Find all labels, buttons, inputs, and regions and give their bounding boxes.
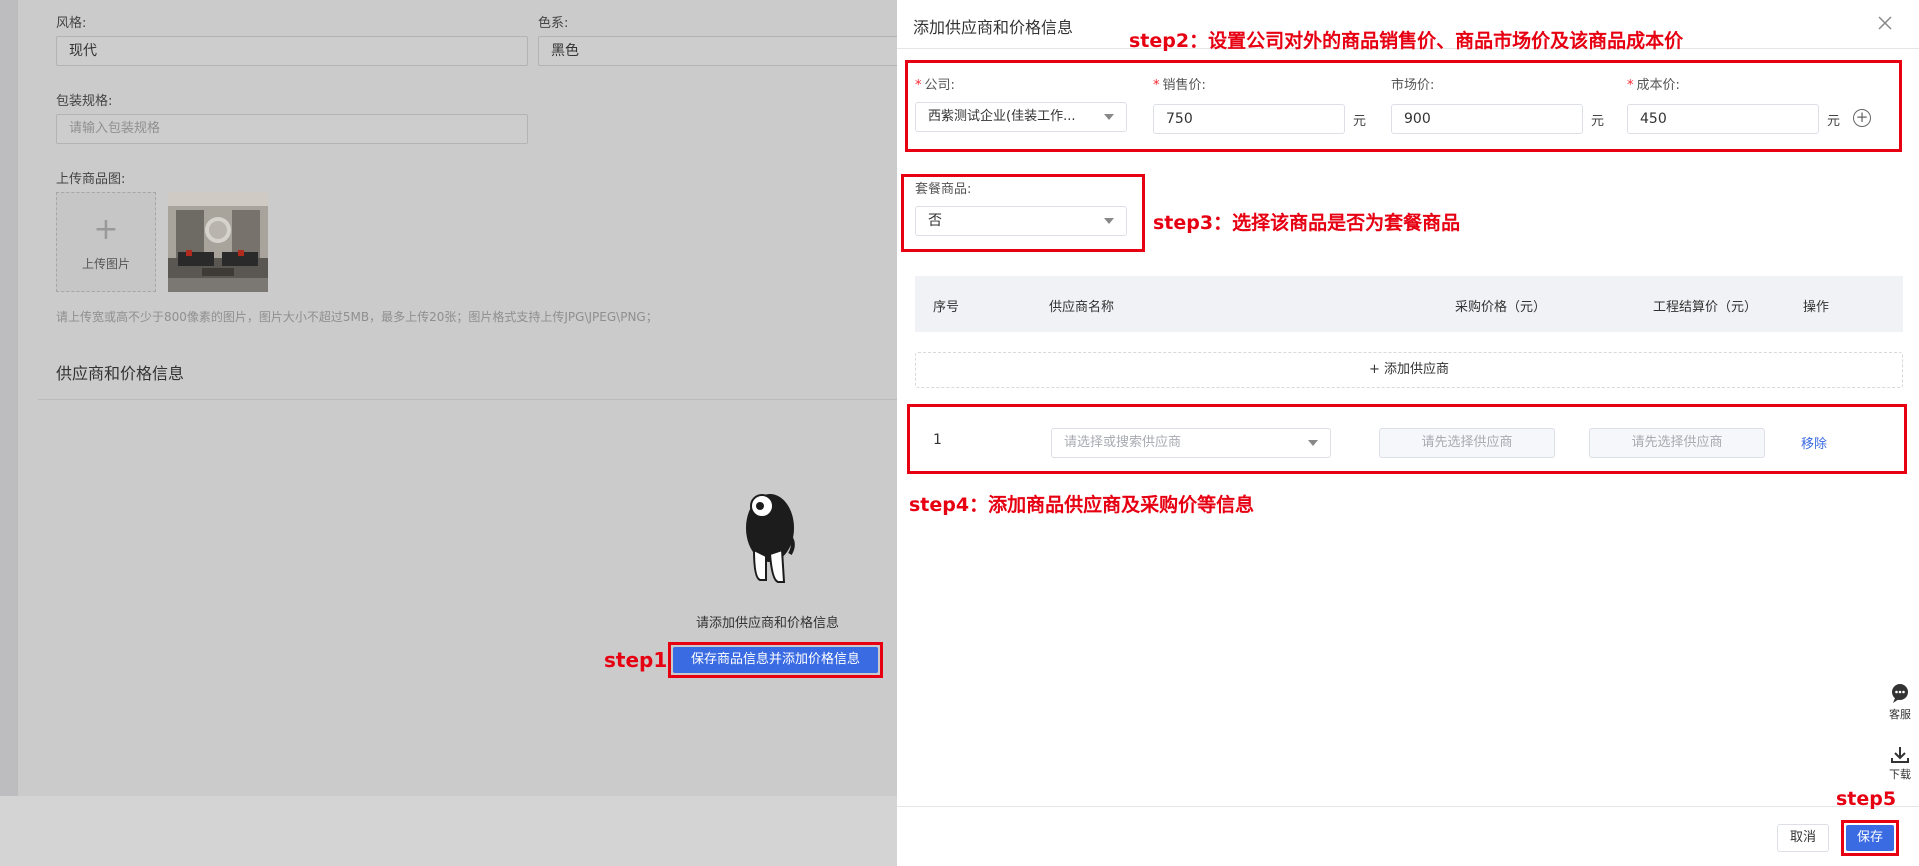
caret-down-icon bbox=[1104, 218, 1114, 224]
package-goods-label: 套餐商品: bbox=[915, 182, 972, 197]
settlement-price-input[interactable]: 请先选择供应商 bbox=[1589, 428, 1765, 458]
supplier-price-drawer: 添加供应商和价格信息 step2：设置公司对外的商品销售价、商品市场价及该商品成… bbox=[897, 0, 1919, 866]
package-label: 包装规格: bbox=[56, 94, 113, 109]
upload-image-button[interactable]: + 上传图片 bbox=[56, 192, 156, 292]
upload-button-label: 上传图片 bbox=[81, 257, 130, 271]
caret-down-icon bbox=[1104, 114, 1114, 120]
add-supplier-button[interactable]: + 添加供应商 bbox=[915, 352, 1903, 388]
required-star: * bbox=[1153, 78, 1160, 93]
company-select[interactable]: 西紫测试企业(佳装工作... bbox=[915, 102, 1127, 132]
customer-service-button[interactable]: 客服 bbox=[1881, 676, 1919, 732]
step3-label: step3：选择该商品是否为套餐商品 bbox=[1153, 212, 1461, 234]
caret-down-icon bbox=[1308, 440, 1318, 446]
download-button[interactable]: 下载 bbox=[1881, 740, 1919, 784]
remove-link[interactable]: 移除 bbox=[1801, 433, 1827, 452]
col-purchase-price: 采购价格（元） bbox=[1455, 300, 1547, 315]
market-price-unit: 元 bbox=[1591, 114, 1605, 129]
save-and-add-price-button[interactable]: 保存商品信息并添加价格信息 bbox=[673, 647, 878, 673]
cost-price-unit: 元 bbox=[1827, 114, 1841, 129]
supplier-table-header: 序号 供应商名称 采购价格（元） 工程结算价（元） 操作 bbox=[915, 276, 1903, 332]
section-divider bbox=[38, 399, 900, 400]
step1-label: step1 bbox=[604, 648, 668, 672]
plus-icon: + bbox=[93, 212, 119, 247]
sale-price-unit: 元 bbox=[1353, 114, 1367, 129]
company-label-text: 公司: bbox=[924, 78, 955, 93]
empty-state-text: 请添加供应商和价格信息 bbox=[696, 616, 840, 631]
purchase-price-input[interactable]: 请先选择供应商 bbox=[1379, 428, 1555, 458]
cancel-button[interactable]: 取消 bbox=[1777, 824, 1829, 852]
required-star: * bbox=[1627, 78, 1634, 93]
product-image-thumbnail[interactable] bbox=[168, 192, 268, 292]
chat-icon bbox=[1892, 684, 1908, 703]
style-input[interactable]: 现代 bbox=[56, 36, 528, 66]
market-price-input[interactable]: 900 bbox=[1391, 104, 1583, 134]
color-label: 色系: bbox=[538, 16, 569, 31]
col-settlement-price: 工程结算价（元） bbox=[1653, 300, 1758, 315]
row-index: 1 bbox=[933, 432, 942, 448]
company-select-value: 西紫测试企业(佳装工作... bbox=[928, 109, 1076, 124]
package-input[interactable]: 请输入包装规格 bbox=[56, 114, 528, 144]
sale-price-input[interactable]: 750 bbox=[1153, 104, 1345, 134]
cost-price-label-text: 成本价: bbox=[1636, 78, 1680, 93]
upload-label: 上传商品图: bbox=[56, 172, 126, 187]
col-index: 序号 bbox=[933, 300, 960, 315]
market-price-label: 市场价: bbox=[1391, 78, 1435, 93]
sale-price-label-text: 销售价: bbox=[1162, 78, 1206, 93]
step4-label: step4：添加商品供应商及采购价等信息 bbox=[909, 494, 1255, 516]
package-goods-select[interactable]: 否 bbox=[915, 206, 1127, 236]
step5-label: step5 bbox=[1836, 788, 1897, 810]
save-button[interactable]: 保存 bbox=[1846, 825, 1894, 851]
customer-service-label: 客服 bbox=[1889, 708, 1911, 721]
cost-price-label: * 成本价: bbox=[1627, 74, 1680, 93]
company-label: * 公司: bbox=[915, 74, 955, 93]
drawer-footer-divider bbox=[897, 806, 1919, 807]
room-image bbox=[168, 192, 268, 292]
supplier-select[interactable]: 请选择或搜索供应商 bbox=[1051, 428, 1331, 458]
package-goods-value: 否 bbox=[928, 213, 942, 229]
left-sidebar-strip bbox=[0, 0, 18, 796]
download-icon bbox=[1891, 747, 1909, 763]
step2-label: step2：设置公司对外的商品销售价、商品市场价及该商品成本价 bbox=[1129, 30, 1684, 52]
upload-hint: 请上传宽或高不少于800像素的图片，图片大小不超过5MB，最多上传20张；图片格… bbox=[56, 310, 658, 324]
close-icon[interactable] bbox=[1875, 14, 1895, 34]
empty-state-illustration bbox=[746, 494, 795, 583]
cost-price-input[interactable]: 450 bbox=[1627, 104, 1819, 134]
bottom-bar bbox=[0, 796, 900, 866]
drawer-title: 添加供应商和价格信息 bbox=[913, 18, 1074, 37]
col-actions: 操作 bbox=[1803, 300, 1830, 315]
color-input[interactable]: 黑色 bbox=[538, 36, 900, 66]
add-row-icon[interactable]: + bbox=[1853, 109, 1871, 127]
section-title: 供应商和价格信息 bbox=[56, 364, 185, 383]
col-supplier-name: 供应商名称 bbox=[1049, 300, 1115, 315]
required-star: * bbox=[915, 78, 922, 93]
close-icon-glyph bbox=[1878, 16, 1892, 30]
supplier-select-placeholder: 请选择或搜索供应商 bbox=[1064, 435, 1182, 450]
sale-price-label: * 销售价: bbox=[1153, 74, 1206, 93]
download-label: 下载 bbox=[1889, 768, 1911, 781]
style-label: 风格: bbox=[56, 16, 87, 31]
